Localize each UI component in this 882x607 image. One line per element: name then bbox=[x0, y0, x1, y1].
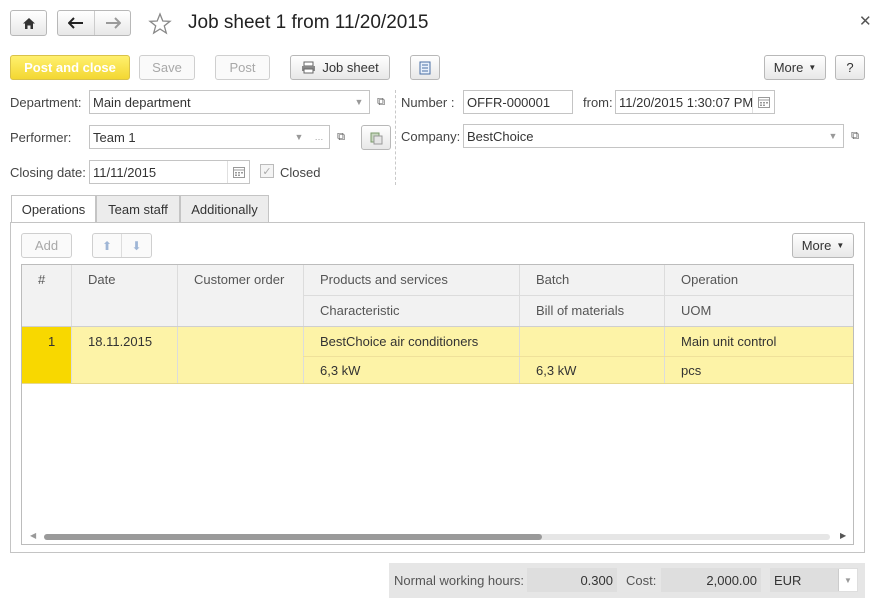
save-button[interactable]: Save bbox=[139, 55, 195, 80]
performer-label: Performer: bbox=[10, 130, 72, 145]
header-num[interactable]: # bbox=[38, 272, 45, 287]
back-arrow-icon bbox=[68, 17, 83, 29]
from-label: from: bbox=[583, 95, 613, 110]
cell-operation[interactable]: Main unit control bbox=[681, 334, 776, 349]
performer-open-button[interactable]: ⧉ bbox=[331, 125, 351, 149]
cell-characteristic[interactable]: 6,3 kW bbox=[320, 363, 360, 378]
tab-team-staff[interactable]: Team staff bbox=[96, 195, 180, 223]
more-label: More bbox=[773, 60, 804, 75]
fill-icon bbox=[370, 132, 383, 144]
header-bom[interactable]: Bill of materials bbox=[536, 303, 624, 318]
cell-uom[interactable]: pcs bbox=[681, 363, 701, 378]
forward-arrow-icon bbox=[106, 17, 121, 29]
home-button[interactable] bbox=[10, 10, 47, 36]
company-value: BestChoice bbox=[467, 128, 534, 144]
post-and-close-button[interactable]: Post and close bbox=[10, 55, 130, 80]
company-field[interactable]: BestChoice ▼ bbox=[463, 124, 844, 148]
hours-label: Normal working hours: bbox=[394, 573, 525, 588]
closed-checkbox[interactable]: ✓ bbox=[260, 164, 274, 178]
scrollbar-thumb[interactable] bbox=[44, 534, 542, 540]
table-more-button[interactable]: More ▼ bbox=[792, 233, 854, 258]
horizontal-scrollbar[interactable]: ◀ ▶ bbox=[22, 529, 853, 544]
chevron-down-icon: ▼ bbox=[808, 63, 817, 72]
open-icon: ⧉ bbox=[337, 130, 345, 143]
open-icon: ⧉ bbox=[851, 129, 859, 142]
column-separator bbox=[395, 90, 396, 185]
scroll-left-icon[interactable]: ◀ bbox=[30, 531, 36, 540]
close-icon[interactable]: ✕ bbox=[859, 12, 872, 30]
history-nav bbox=[57, 10, 131, 36]
cell-num[interactable]: 1 bbox=[48, 334, 55, 349]
header-batch[interactable]: Batch bbox=[536, 272, 569, 287]
currency-value: EUR bbox=[774, 573, 802, 588]
table-more-label: More bbox=[801, 238, 832, 253]
department-label: Department: bbox=[10, 95, 82, 110]
header-date[interactable]: Date bbox=[88, 272, 115, 287]
job-sheet-print-button[interactable]: Job sheet bbox=[290, 55, 390, 80]
from-date-field[interactable]: 11/20/2015 1:30:07 PM bbox=[615, 90, 775, 114]
report-icon bbox=[419, 61, 431, 74]
star-icon bbox=[148, 12, 172, 35]
chevron-down-icon[interactable]: ▼ bbox=[823, 125, 843, 147]
company-open-button[interactable]: ⧉ bbox=[845, 124, 865, 148]
header-operation[interactable]: Operation bbox=[681, 272, 738, 287]
report-button[interactable] bbox=[410, 55, 440, 80]
post-button[interactable]: Post bbox=[215, 55, 270, 80]
cell-product[interactable]: BestChoice air conditioners bbox=[320, 334, 478, 349]
tab-operations[interactable]: Operations bbox=[11, 195, 96, 223]
header-customer-order[interactable]: Customer order bbox=[194, 272, 284, 287]
row-number-cell bbox=[22, 327, 71, 384]
department-open-button[interactable]: ⧉ bbox=[371, 90, 391, 114]
favorite-button[interactable] bbox=[148, 12, 172, 36]
operations-table: # Date Customer order Products and servi… bbox=[21, 264, 854, 545]
number-value: OFFR-000001 bbox=[467, 94, 551, 110]
chevron-down-icon[interactable]: ▼ bbox=[289, 126, 309, 148]
header-products[interactable]: Products and services bbox=[320, 272, 448, 287]
company-label: Company: bbox=[401, 129, 461, 144]
job-sheet-label: Job sheet bbox=[322, 60, 379, 75]
arrow-down-icon: ⬇ bbox=[131, 238, 142, 253]
move-up-button[interactable]: ⬆ bbox=[93, 234, 122, 257]
performer-field[interactable]: Team 1 ▼ … bbox=[89, 125, 330, 149]
header-uom[interactable]: UOM bbox=[681, 303, 711, 318]
arrow-up-icon: ⬆ bbox=[101, 238, 113, 253]
chevron-down-icon: ▼ bbox=[836, 241, 845, 250]
forward-button[interactable] bbox=[95, 11, 131, 35]
cost-value: 2,000.00 bbox=[661, 568, 761, 592]
calendar-icon[interactable] bbox=[752, 91, 774, 113]
back-button[interactable] bbox=[58, 11, 95, 35]
cell-bom[interactable]: 6,3 kW bbox=[536, 363, 576, 378]
performer-value: Team 1 bbox=[93, 129, 136, 145]
fill-button[interactable] bbox=[361, 125, 391, 150]
add-button[interactable]: Add bbox=[21, 233, 72, 258]
move-down-button[interactable]: ⬇ bbox=[122, 234, 151, 257]
hours-value: 0.300 bbox=[527, 568, 617, 592]
closed-label: Closed bbox=[280, 165, 321, 180]
cell-date[interactable]: 18.11.2015 bbox=[88, 334, 152, 349]
number-label: Number : bbox=[401, 95, 455, 110]
scroll-right-icon[interactable]: ▶ bbox=[840, 531, 846, 540]
page-title: Job sheet 1 from 11/20/2015 bbox=[188, 12, 429, 33]
department-field[interactable]: Main department ▼ bbox=[89, 90, 370, 114]
number-field[interactable]: OFFR-000001 bbox=[463, 90, 573, 114]
chevron-down-icon[interactable]: ▼ bbox=[838, 569, 857, 591]
from-date-value: 11/20/2015 1:30:07 PM bbox=[619, 94, 754, 110]
more-button[interactable]: More ▼ bbox=[764, 55, 826, 80]
cost-label: Cost: bbox=[626, 573, 657, 588]
help-button[interactable]: ? bbox=[835, 55, 865, 80]
move-buttons: ⬆ ⬇ bbox=[92, 233, 152, 258]
open-icon: ⧉ bbox=[377, 95, 385, 108]
calendar-icon[interactable] bbox=[227, 161, 249, 183]
closing-date-label: Closing date: bbox=[10, 165, 86, 180]
printer-icon bbox=[302, 61, 316, 74]
currency-field[interactable]: EUR ▼ bbox=[770, 568, 858, 592]
header-characteristic[interactable]: Characteristic bbox=[320, 303, 399, 318]
home-icon bbox=[22, 17, 35, 29]
department-value: Main department bbox=[93, 94, 191, 110]
chevron-down-icon[interactable]: ▼ bbox=[349, 91, 369, 113]
tab-additionally[interactable]: Additionally bbox=[180, 195, 269, 223]
select-button[interactable]: … bbox=[309, 126, 329, 148]
closing-date-value: 11/11/2015 bbox=[93, 164, 157, 180]
closing-date-field[interactable]: 11/11/2015 bbox=[89, 160, 250, 184]
